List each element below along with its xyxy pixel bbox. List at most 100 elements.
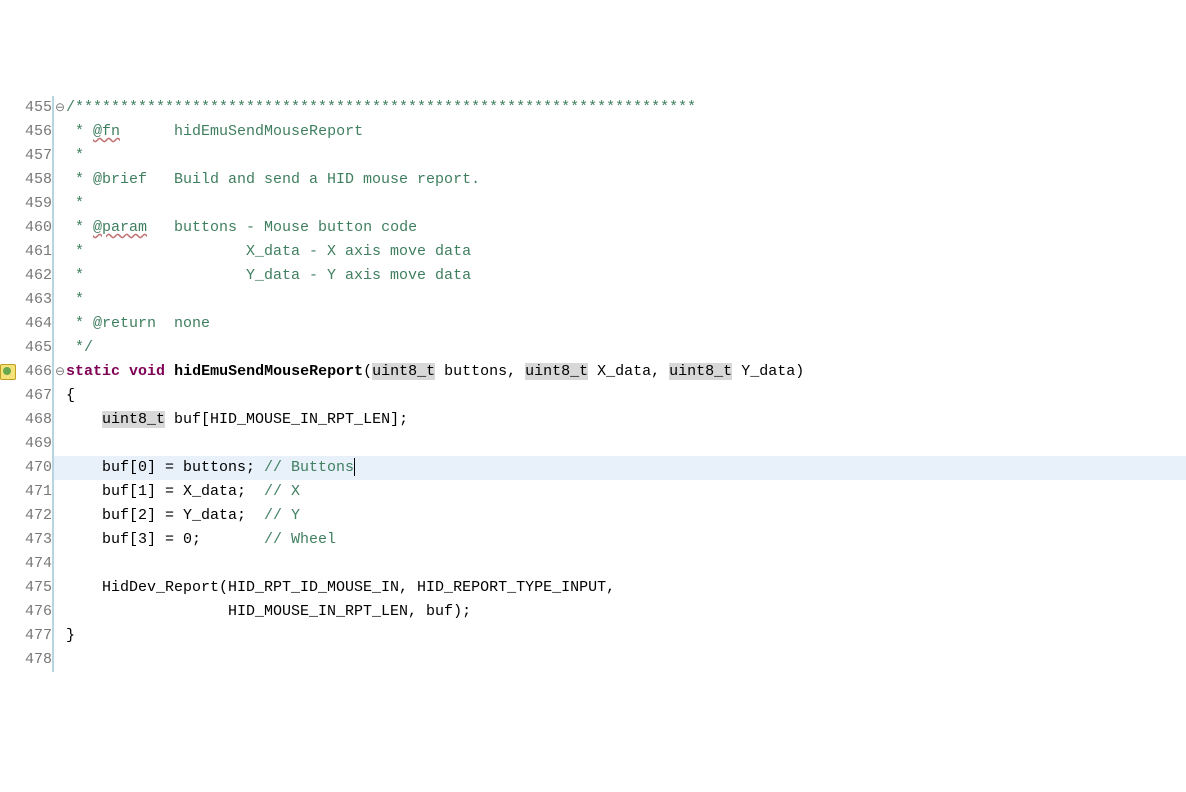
code-content[interactable]: * [66,144,84,168]
code-token: * Y_data - Y axis move data [66,267,471,284]
line-number: 475 [0,576,54,600]
code-token: buttons - Mouse button code [147,219,417,236]
line-number: 462 [0,264,54,288]
code-token: */ [66,339,93,356]
fold-toggle-icon[interactable]: ⊖ [54,96,66,120]
code-line[interactable]: 457 * [0,144,1186,168]
code-line[interactable]: 476 HID_MOUSE_IN_RPT_LEN, buf); [0,600,1186,624]
line-number: 463 [0,288,54,312]
code-token: hidEmuSendMouseReport [120,123,363,140]
code-line[interactable]: 469 [0,432,1186,456]
code-line[interactable]: 471 buf[1] = X_data; // X [0,480,1186,504]
code-line[interactable]: 478 [0,648,1186,672]
line-number: 477 [0,624,54,648]
line-number: 456 [0,120,54,144]
code-editor[interactable]: 455⊖/***********************************… [0,96,1186,672]
code-content[interactable]: /***************************************… [66,96,696,120]
code-line[interactable]: 455⊖/***********************************… [0,96,1186,120]
code-token: Y_data) [732,363,804,380]
code-token: buf[2] = Y_data; [66,507,264,524]
code-content[interactable]: * Y_data - Y axis move data [66,264,471,288]
code-token: uint8_t [102,411,165,428]
code-content[interactable]: HidDev_Report(HID_RPT_ID_MOUSE_IN, HID_R… [66,576,615,600]
code-line[interactable]: 472 buf[2] = Y_data; // Y [0,504,1186,528]
code-line[interactable]: 464 * @return none [0,312,1186,336]
code-token: HidDev_Report(HID_RPT_ID_MOUSE_IN, HID_R… [66,579,615,596]
code-token: // Wheel [264,531,336,548]
code-token: // X [264,483,300,500]
code-content[interactable]: * X_data - X axis move data [66,240,471,264]
code-line[interactable]: 456 * @fn hidEmuSendMouseReport [0,120,1186,144]
line-number: 476 [0,600,54,624]
code-line[interactable]: 465 */ [0,336,1186,360]
code-token: uint8_t [669,363,732,380]
code-token: static [66,363,120,380]
line-number: 461 [0,240,54,264]
code-content[interactable]: uint8_t buf[HID_MOUSE_IN_RPT_LEN]; [66,408,408,432]
code-line[interactable]: 459 * [0,192,1186,216]
code-content[interactable]: buf[2] = Y_data; // Y [66,504,300,528]
code-token [66,411,102,428]
code-content[interactable]: * @return none [66,312,210,336]
code-content[interactable]: HID_MOUSE_IN_RPT_LEN, buf); [66,600,471,624]
code-token [165,363,174,380]
line-number: 465 [0,336,54,360]
code-line[interactable]: 477} [0,624,1186,648]
code-content[interactable]: buf[1] = X_data; // X [66,480,300,504]
code-content[interactable]: * [66,288,84,312]
line-number: 474 [0,552,54,576]
code-token: * [66,147,84,164]
line-number: 466 [0,360,54,384]
code-content[interactable]: } [66,624,75,648]
code-token: buf[1] = X_data; [66,483,264,500]
code-line[interactable]: 461 * X_data - X axis move data [0,240,1186,264]
code-content[interactable]: * @brief Build and send a HID mouse repo… [66,168,480,192]
code-token: @fn [93,123,120,140]
code-token: * [66,291,84,308]
line-number: 473 [0,528,54,552]
line-number: 478 [0,648,54,672]
code-line[interactable]: 466⊖static void hidEmuSendMouseReport(ui… [0,360,1186,384]
code-line[interactable]: 474 [0,552,1186,576]
line-number: 455 [0,96,54,120]
code-line[interactable]: 463 * [0,288,1186,312]
code-token: * @brief Build and send a HID mouse repo… [66,171,480,188]
code-content[interactable]: * @fn hidEmuSendMouseReport [66,120,363,144]
code-token: buf[3] = 0; [66,531,264,548]
code-token: * @return none [66,315,210,332]
code-line[interactable]: 460 * @param buttons - Mouse button code [0,216,1186,240]
code-line[interactable]: 458 * @brief Build and send a HID mouse … [0,168,1186,192]
code-token: @param [93,219,147,236]
code-line[interactable]: 462 * Y_data - Y axis move data [0,264,1186,288]
code-content[interactable]: buf[3] = 0; // Wheel [66,528,336,552]
code-token: * [66,195,84,212]
line-number: 460 [0,216,54,240]
code-content[interactable]: * @param buttons - Mouse button code [66,216,417,240]
code-token: /***************************************… [66,99,696,116]
code-content[interactable]: * [66,192,84,216]
line-number: 471 [0,480,54,504]
code-token [120,363,129,380]
code-token: HID_MOUSE_IN_RPT_LEN, buf); [66,603,471,620]
code-content[interactable]: buf[0] = buttons; // Buttons [66,456,355,480]
code-content[interactable]: { [66,384,75,408]
code-line[interactable]: 468 uint8_t buf[HID_MOUSE_IN_RPT_LEN]; [0,408,1186,432]
code-token: * [66,123,93,140]
code-token: hidEmuSendMouseReport [174,363,363,380]
code-token: ( [363,363,372,380]
breakpoint-marker-icon[interactable] [0,364,16,380]
text-cursor-icon [354,458,355,476]
code-token: // Buttons [264,459,354,476]
code-content[interactable]: */ [66,336,93,360]
line-number: 472 [0,504,54,528]
fold-toggle-icon[interactable]: ⊖ [54,360,66,384]
line-number: 459 [0,192,54,216]
code-line[interactable]: 470 buf[0] = buttons; // Buttons [0,456,1186,480]
code-line[interactable]: 475 HidDev_Report(HID_RPT_ID_MOUSE_IN, H… [0,576,1186,600]
line-number: 470 [0,456,54,480]
code-token: X_data, [588,363,669,380]
code-line[interactable]: 473 buf[3] = 0; // Wheel [0,528,1186,552]
line-number: 469 [0,432,54,456]
code-line[interactable]: 467{ [0,384,1186,408]
code-content[interactable]: static void hidEmuSendMouseReport(uint8_… [66,360,804,384]
